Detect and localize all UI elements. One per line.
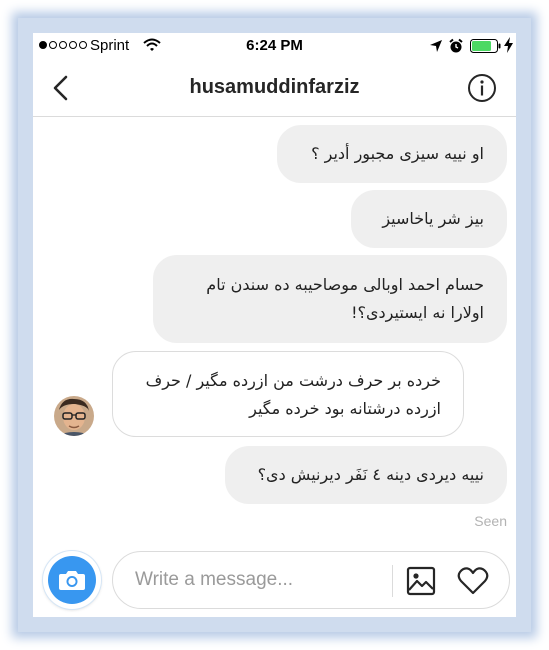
message-text: بیز شر یاخاسیز — [382, 209, 484, 228]
location-arrow-icon — [430, 40, 442, 52]
message-text-line: حسام احمد اوبالی موصاحیبه ده سندن تام — [206, 275, 484, 294]
camera-button[interactable] — [43, 551, 101, 609]
message-bubble-received[interactable]: خرده بر حرف درشت من ازرده مگیر / حرف ازر… — [112, 351, 464, 437]
conversation-title[interactable]: husamuddinfarziz — [33, 76, 516, 99]
heart-icon[interactable] — [457, 566, 489, 596]
image-icon[interactable] — [406, 566, 436, 596]
message-text-line: خرده بر حرف درشت من ازرده مگیر / حرف — [145, 371, 441, 390]
message-input[interactable] — [135, 564, 390, 596]
message-bubble-sent[interactable]: نییه دیردی دینه ٤ نَفَر دیرنیش دی؟ — [225, 446, 507, 504]
charging-bolt-icon — [504, 37, 513, 53]
camera-button-circle — [48, 556, 96, 604]
avatar-photo-icon — [54, 396, 94, 436]
seen-receipt: Seen — [474, 513, 507, 529]
camera-icon — [59, 571, 85, 590]
alarm-clock-icon — [449, 38, 463, 53]
message-text-line: ازرده درشتانه بود خرده مگیر — [249, 399, 441, 418]
status-bar: Sprint 6:24 PM — [33, 33, 516, 59]
message-composer — [112, 551, 510, 609]
info-icon[interactable] — [467, 73, 497, 103]
message-text: نییه دیردی دینه ٤ نَفَر دیرنیش دی؟ — [257, 465, 484, 484]
message-text: او نییه سیزی مجبور أدیر ؟ — [311, 144, 484, 163]
composer-divider — [392, 565, 393, 597]
battery-icon — [470, 39, 501, 53]
conversation-header: husamuddinfarziz — [33, 59, 516, 117]
clock: 6:24 PM — [246, 37, 303, 54]
phone-screen: Sprint 6:24 PM husamuddinfarziz او نییه … — [33, 33, 516, 617]
message-bubble-sent[interactable]: او نییه سیزی مجبور أدیر ؟ — [277, 125, 507, 183]
message-text-line: اولارا نه ایستیردی؟! — [351, 303, 484, 322]
message-bubble-sent[interactable]: حسام احمد اوبالی موصاحیبه ده سندن تام او… — [153, 255, 507, 343]
message-bubble-sent[interactable]: بیز شر یاخاسیز — [351, 190, 507, 248]
sender-avatar[interactable] — [54, 396, 94, 436]
